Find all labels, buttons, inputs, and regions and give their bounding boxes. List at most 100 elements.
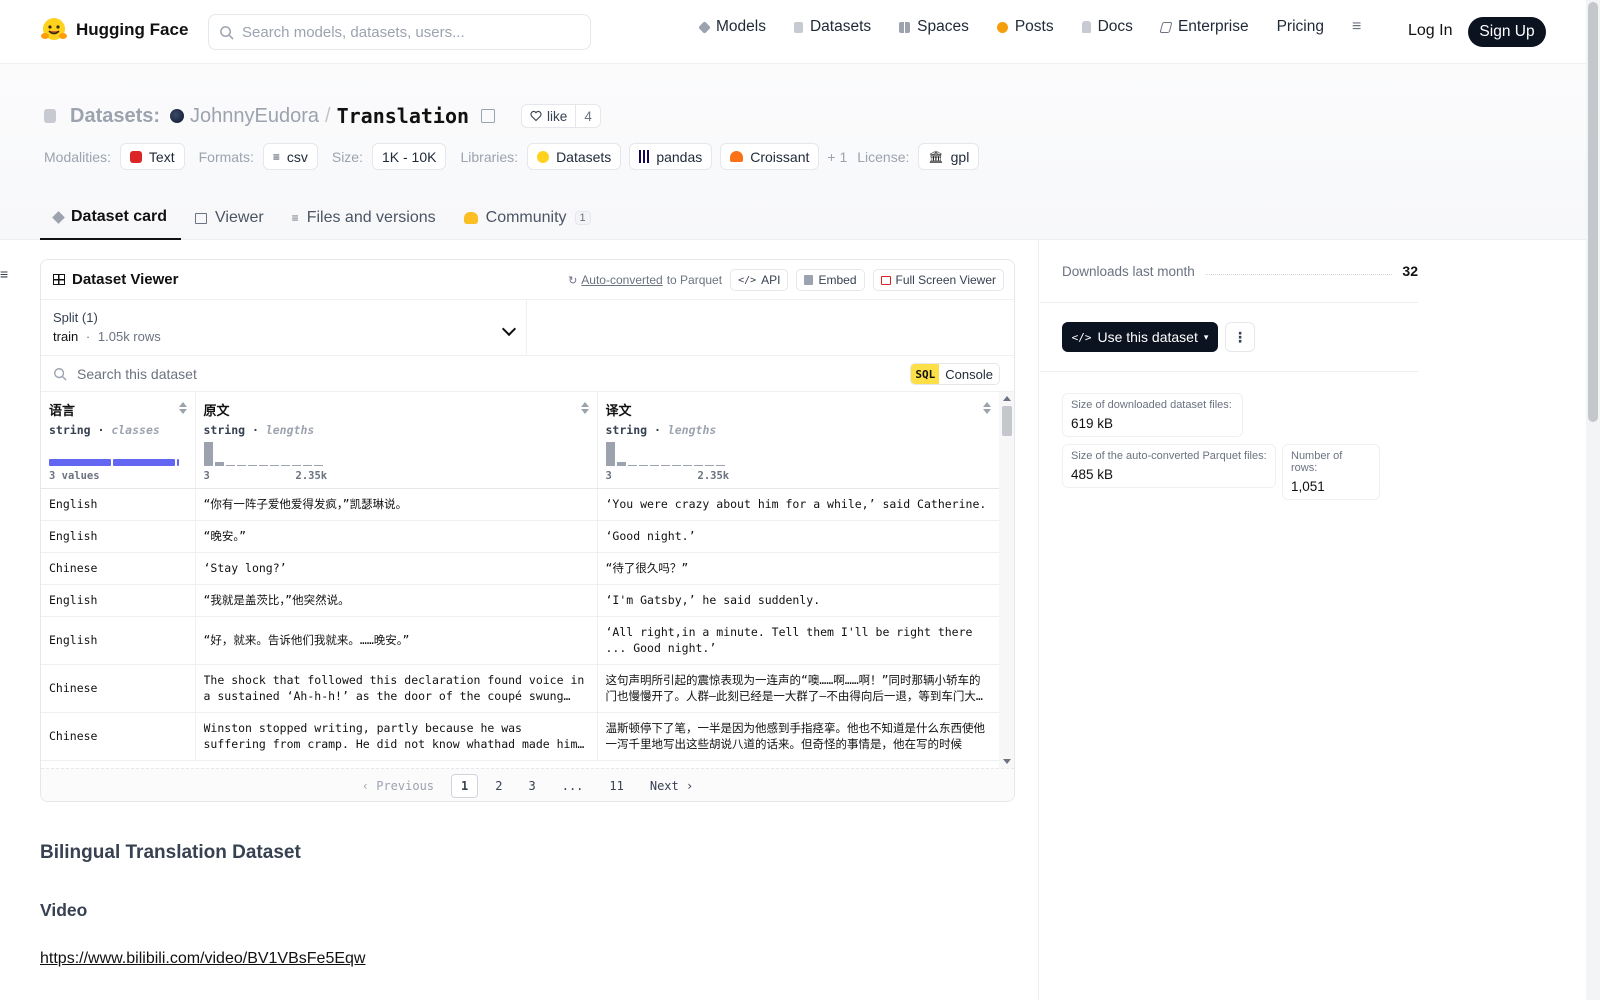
hist-bar[interactable] <box>627 465 637 466</box>
hist-bar[interactable] <box>280 465 290 466</box>
cell-translation[interactable]: ‘Good night.’ <box>597 520 999 553</box>
cell-language[interactable]: English <box>41 520 196 553</box>
scroll-up-icon[interactable] <box>1003 396 1011 401</box>
hist-bar[interactable] <box>258 465 268 466</box>
hist-bar[interactable] <box>671 465 681 466</box>
like-toggle[interactable]: like <box>522 109 575 124</box>
hist-bar[interactable] <box>649 465 659 466</box>
tab-dataset-card[interactable]: Dataset card <box>40 196 182 240</box>
hist-bar[interactable] <box>203 442 213 466</box>
table-row[interactable]: English “好，就来。告诉他们我就来。……晚安。” ‘All right,… <box>41 616 999 665</box>
cell-source[interactable]: “晚安。” <box>195 520 598 553</box>
global-search[interactable] <box>208 14 591 50</box>
cell-language[interactable]: Chinese <box>41 664 196 713</box>
nav-posts[interactable]: Posts <box>996 18 1054 36</box>
cell-translation[interactable]: 这句声明所引起的震惊表现为一连声的“噢……啊……啊！”同时那辆小轿车的门也慢慢开… <box>597 664 999 713</box>
cell-language[interactable]: English <box>41 584 196 617</box>
login-link[interactable]: Log In <box>1408 22 1452 40</box>
hist-bar[interactable] <box>616 462 626 466</box>
hist-bar[interactable] <box>682 465 692 466</box>
more-menu-icon[interactable]: ≡ <box>1352 18 1361 36</box>
class-segment[interactable] <box>177 459 179 466</box>
scroll-thumb[interactable] <box>1002 406 1012 436</box>
table-row[interactable]: Chinese The shock that followed this dec… <box>41 664 999 713</box>
sort-icon[interactable] <box>983 402 991 414</box>
tab-viewer[interactable]: Viewer <box>181 196 278 240</box>
hist-bar[interactable] <box>302 465 312 466</box>
dataset-search[interactable]: SQL Console <box>41 356 1014 392</box>
table-row[interactable]: Chinese Winston stopped writing, partly … <box>41 712 999 761</box>
nav-spaces[interactable]: Spaces <box>899 18 969 36</box>
toc-toggle-icon[interactable]: ≡ <box>0 266 8 282</box>
cell-translation[interactable]: “待了很久吗？” <box>597 552 999 585</box>
next-page-button[interactable]: Next › <box>641 775 702 797</box>
cell-source[interactable]: “好，就来。告诉他们我就来。……晚安。” <box>195 616 598 665</box>
use-dataset-button[interactable]: </> Use this dataset ▾ <box>1062 322 1218 352</box>
hist-bar[interactable] <box>704 465 714 466</box>
cell-language[interactable]: Chinese <box>41 712 196 761</box>
copy-icon[interactable] <box>481 109 496 123</box>
format-chip[interactable]: ≡ csv <box>262 143 318 170</box>
cell-source[interactable]: The shock that followed this declaration… <box>195 664 598 713</box>
table-row[interactable]: English “你有一阵子爱他爱得发疯，”凯瑟琳说。 ‘You were cr… <box>41 488 999 521</box>
brand[interactable]: Hugging Face <box>40 16 188 44</box>
sql-console-button[interactable]: SQL Console <box>910 363 1000 385</box>
column-header-language[interactable]: 语言 string · classes 3 values <box>41 392 196 489</box>
page-2[interactable]: 2 <box>486 775 511 797</box>
like-button[interactable]: like 4 <box>521 104 601 128</box>
library-chip-datasets[interactable]: Datasets <box>527 143 622 170</box>
repo-name[interactable]: Translation <box>337 104 469 128</box>
video-link[interactable]: https://www.bilibili.com/video/BV1VBsFe5… <box>40 950 365 968</box>
page-scroll-thumb[interactable] <box>1588 2 1598 422</box>
dataset-search-input[interactable] <box>77 365 777 382</box>
page-3[interactable]: 3 <box>519 775 544 797</box>
hist-bar[interactable] <box>660 465 670 466</box>
hist-bar[interactable] <box>291 465 301 466</box>
api-button[interactable]: </> API <box>730 269 789 291</box>
nav-pricing[interactable]: Pricing <box>1277 18 1324 36</box>
cell-translation[interactable]: ‘All right,in a minute. Tell them I'll b… <box>597 616 999 665</box>
length-histogram[interactable] <box>605 442 725 466</box>
hist-bar[interactable] <box>715 465 725 466</box>
cell-language[interactable]: English <box>41 616 196 665</box>
nav-models[interactable]: Models <box>698 18 766 36</box>
like-count[interactable]: 4 <box>575 105 600 127</box>
libraries-more[interactable]: + 1 <box>827 149 847 165</box>
table-row[interactable]: English “我就是盖茨比，”他突然说。 ‘I'm Gatsby,’ he … <box>41 584 999 617</box>
hist-bar[interactable] <box>247 465 257 466</box>
library-chip-pandas[interactable]: pandas <box>629 143 713 170</box>
owner-link[interactable]: JohnnyEudora <box>190 105 319 128</box>
cell-source[interactable]: “你有一阵子爱他爱得发疯，”凯瑟琳说。 <box>195 488 598 521</box>
tab-files[interactable]: ≡ Files and versions <box>278 196 450 240</box>
split-selector[interactable]: Split (1) train · 1.05k rows <box>41 300 527 355</box>
full-screen-button[interactable]: Full Screen Viewer <box>872 269 1004 291</box>
scroll-down-icon[interactable] <box>1003 759 1011 764</box>
modality-chip[interactable]: Text <box>119 143 185 170</box>
class-segment[interactable] <box>49 459 111 466</box>
library-chip-croissant[interactable]: Croissant <box>720 143 820 170</box>
license-chip[interactable]: 🏛 gpl <box>918 143 980 170</box>
signup-button[interactable]: Sign Up <box>1468 17 1546 47</box>
hist-bar[interactable] <box>236 465 246 466</box>
cell-source[interactable]: “我就是盖茨比，”他突然说。 <box>195 584 598 617</box>
class-distribution-bar[interactable] <box>49 459 179 466</box>
cell-translation[interactable]: 温斯顿停下了笔，一半是因为他感到手指痉挛。他也不知道是什么东西使他一泻千里地写出… <box>597 712 999 761</box>
embed-button[interactable]: Embed <box>796 269 865 291</box>
cell-language[interactable]: English <box>41 488 196 521</box>
auto-converted-link[interactable]: Auto-converted <box>581 273 662 287</box>
sort-icon[interactable] <box>581 402 589 414</box>
column-header-translation[interactable]: 译文 string · lengths 3 2.35k <box>597 392 999 489</box>
column-header-source[interactable]: 原文 string · lengths 3 2.35k <box>195 392 598 489</box>
hist-bar[interactable] <box>638 465 648 466</box>
nav-datasets[interactable]: Datasets <box>793 18 871 36</box>
cell-language[interactable]: Chinese <box>41 552 196 585</box>
page-11[interactable]: 11 <box>600 775 632 797</box>
hist-bar[interactable] <box>313 465 323 466</box>
hist-bar[interactable] <box>269 465 279 466</box>
nav-docs[interactable]: Docs <box>1081 18 1133 36</box>
global-search-input[interactable] <box>242 23 572 41</box>
hist-bar[interactable] <box>225 465 235 466</box>
table-row[interactable]: English “晚安。” ‘Good night.’ <box>41 520 999 553</box>
cell-translation[interactable]: ‘I'm Gatsby,’ he said suddenly. <box>597 584 999 617</box>
page-1[interactable]: 1 <box>451 773 479 798</box>
